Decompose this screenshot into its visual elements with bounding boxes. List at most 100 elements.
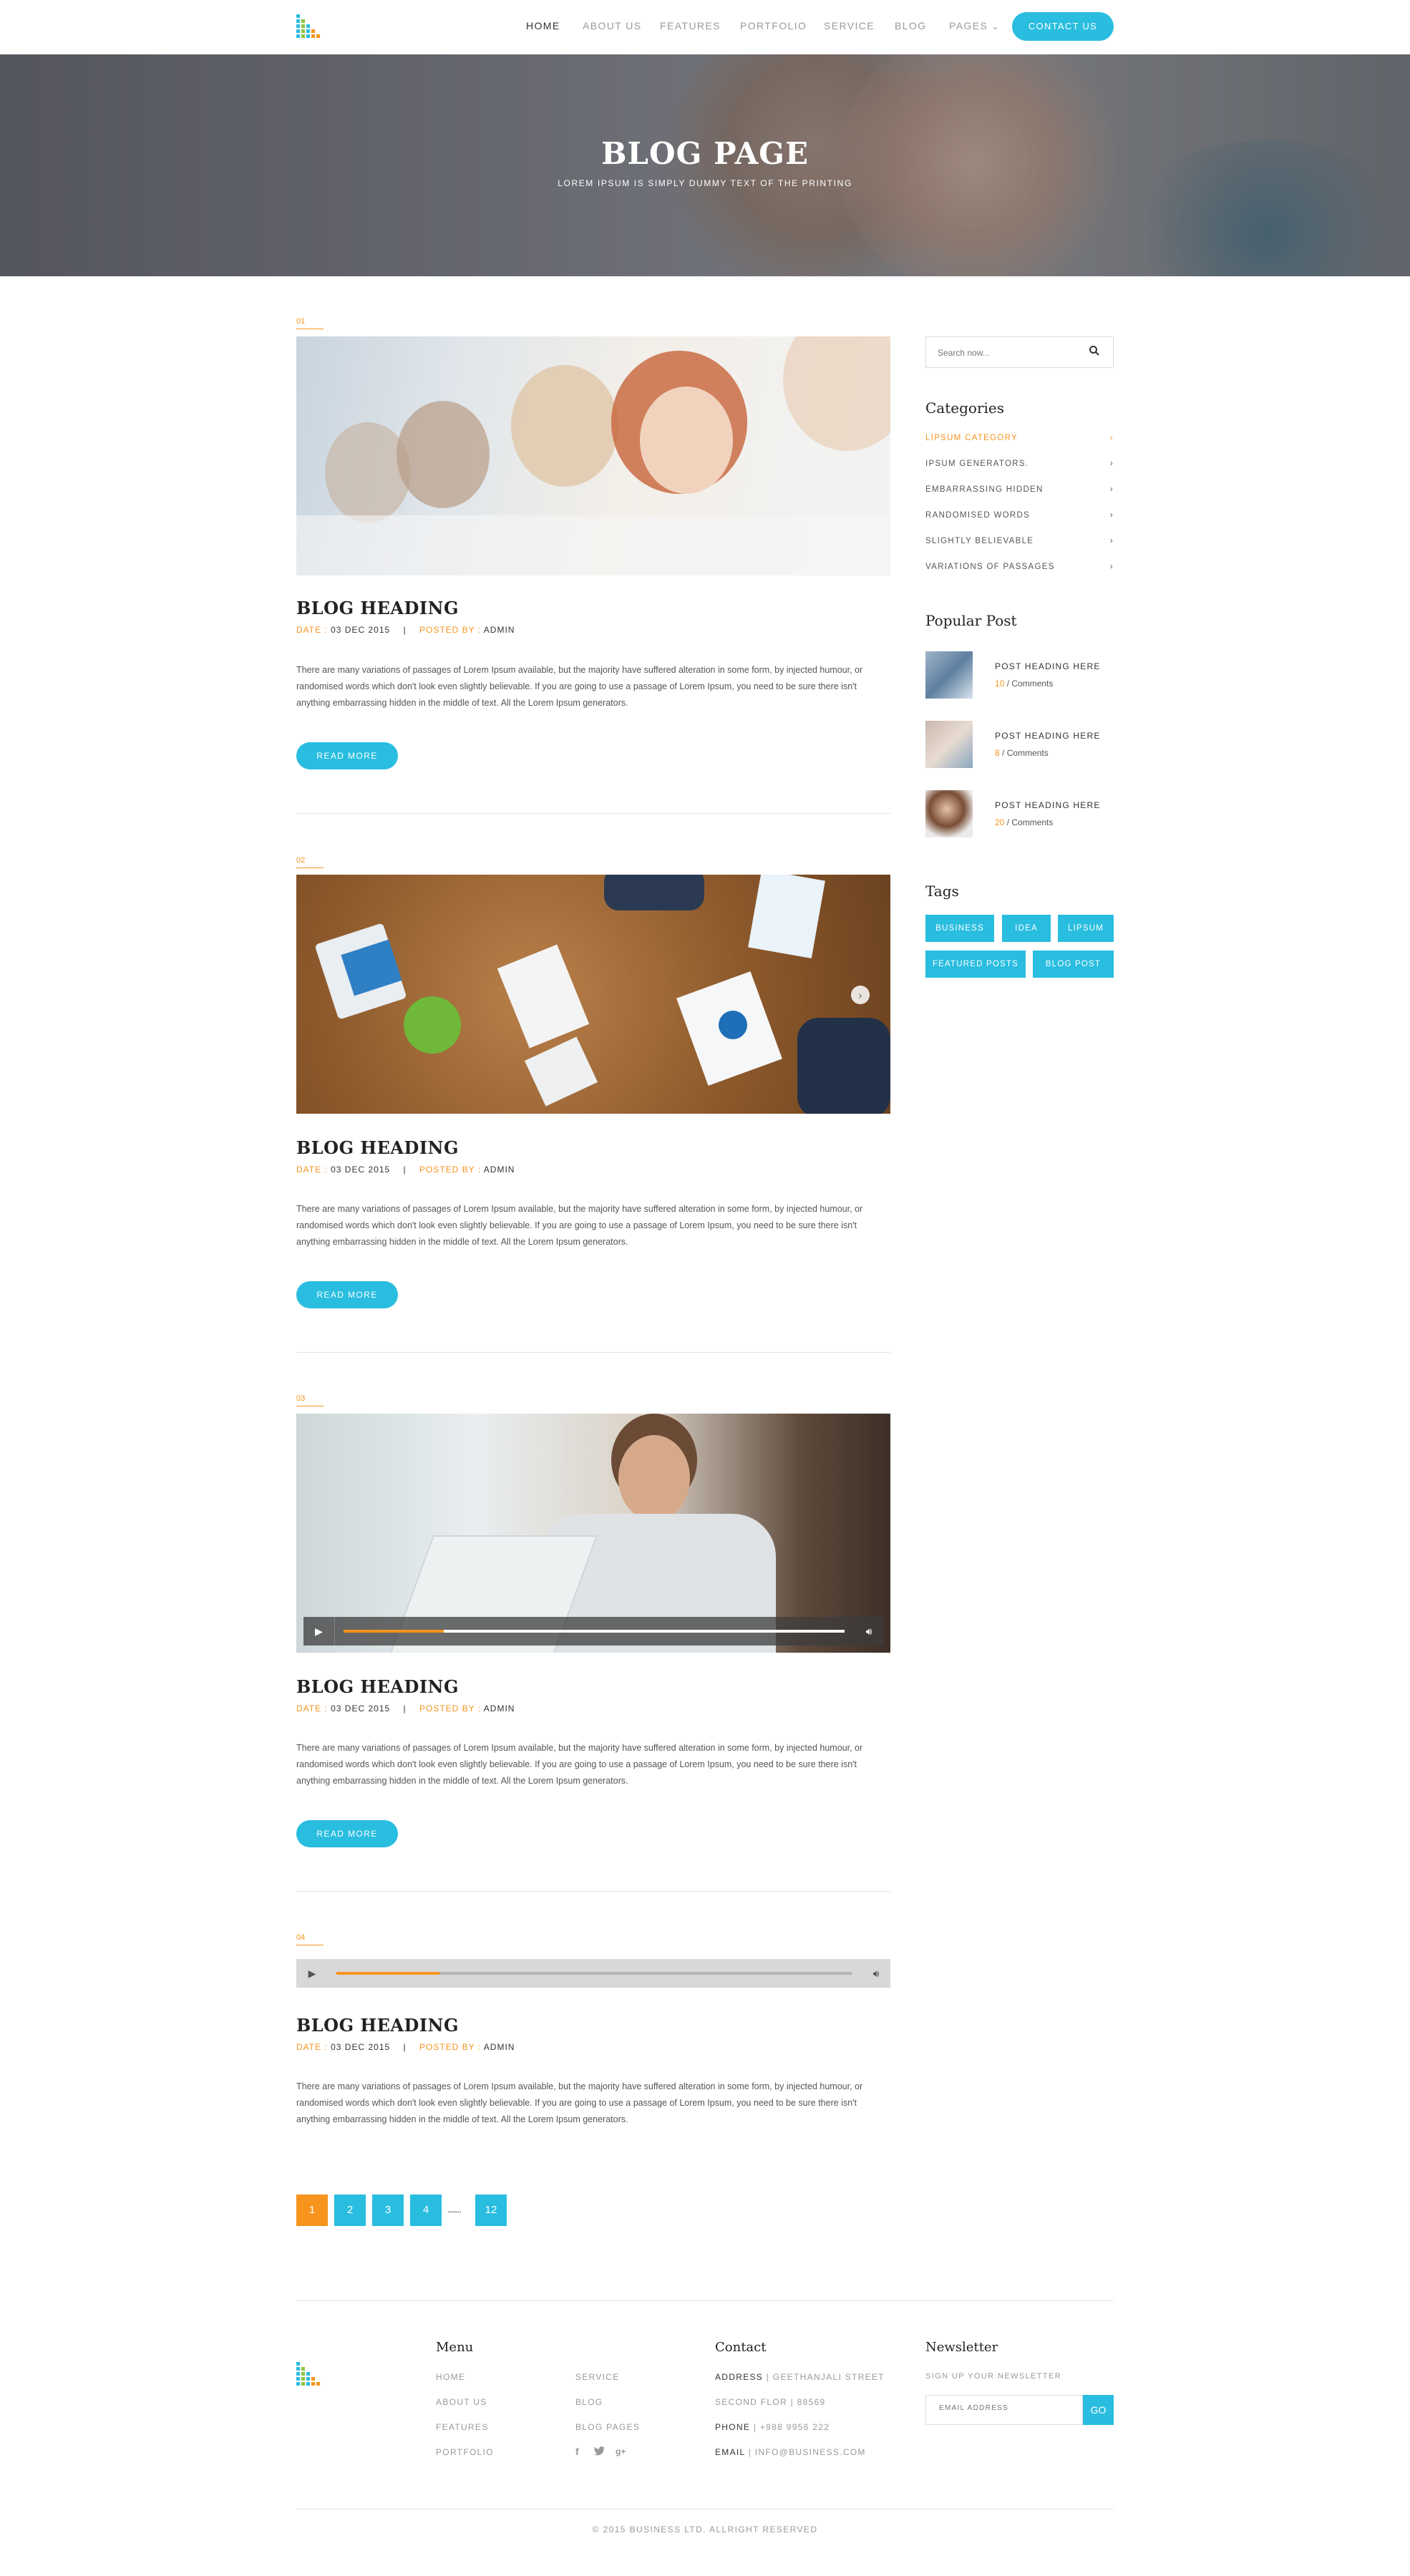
category-label: LIPSUM CATEGORY	[925, 434, 1018, 442]
contact-us-button[interactable]: CONTACT US	[1012, 12, 1114, 41]
post-author[interactable]: ADMIN	[484, 1703, 515, 1714]
newsletter-go-button[interactable]: GO	[1083, 2395, 1114, 2425]
email-value[interactable]: | INFO@BUSINESS.COM	[745, 2447, 866, 2457]
chevron-right-icon: ›	[1109, 563, 1114, 571]
page-3-button[interactable]: 3	[372, 2195, 404, 2226]
post-heading[interactable]: BLOG HEADING	[296, 1676, 459, 1697]
search-input[interactable]	[938, 346, 1081, 360]
post-heading[interactable]: BLOG HEADING	[296, 598, 459, 618]
search-icon[interactable]	[1089, 345, 1103, 359]
tag-blog-post[interactable]: BLOG POST	[1033, 951, 1114, 978]
comment-count: 20	[995, 817, 1005, 827]
category-item[interactable]: LIPSUM CATEGORY ›	[925, 434, 1114, 442]
popular-post-comments: 20 / Comments	[995, 817, 1053, 827]
copyright-text: © 2015 BUSINESS LTD. ALLRIGHT RESERVED	[592, 2524, 818, 2534]
tag-business[interactable]: BUSINESS	[925, 915, 994, 942]
read-more-button[interactable]: READ MORE	[296, 1820, 398, 1847]
page-4-button[interactable]: 4	[410, 2195, 442, 2226]
popular-post-thumbnail[interactable]	[925, 790, 973, 837]
footer-link-blog-pages[interactable]: BLOG PAGES	[575, 2422, 640, 2432]
volume-icon[interactable]: 🔊︎	[862, 1959, 890, 1988]
category-item[interactable]: SLIGHTLY BELIEVABLE ›	[925, 537, 1114, 545]
category-label: SLIGHTLY BELIEVABLE	[925, 537, 1034, 545]
footer-email: EMAIL | INFO@BUSINESS.COM	[715, 2447, 866, 2457]
post-heading[interactable]: BLOG HEADING	[296, 1137, 459, 1158]
tag-featured-posts[interactable]: FEATURED POSTS	[925, 951, 1026, 978]
footer-link-blog[interactable]: BLOG	[575, 2397, 603, 2407]
address-key: ADDRESS	[715, 2372, 764, 2382]
post-author[interactable]: ADMIN	[484, 1165, 515, 1175]
post-date: 03 DEC 2015	[331, 2042, 391, 2052]
category-item[interactable]: IPSUM GENERATORS. ›	[925, 460, 1114, 468]
nav-about-us[interactable]: ABOUT US	[583, 20, 642, 31]
date-label: DATE :	[296, 1703, 328, 1714]
page-12-button[interactable]: 12	[475, 2195, 507, 2226]
page-1-button[interactable]: 1	[296, 2195, 328, 2226]
post-date: 03 DEC 2015	[331, 1703, 391, 1714]
category-label: IPSUM GENERATORS.	[925, 460, 1029, 468]
meta-separator: |	[403, 1165, 407, 1175]
footer-link-features[interactable]: FEATURES	[436, 2422, 489, 2432]
page-2-button[interactable]: 2	[334, 2195, 366, 2226]
twitter-icon[interactable]	[594, 2446, 606, 2456]
nav-features[interactable]: FEATURES	[660, 20, 721, 31]
phone-value: | +988 9956 222	[750, 2422, 830, 2432]
post-meta: DATE : 03 DEC 2015 | POSTED BY : ADMIN	[296, 625, 515, 635]
post-number: 01	[296, 317, 324, 329]
post-video[interactable]: ▶ 🔊︎	[296, 1414, 890, 1653]
post-divider	[296, 1891, 890, 1892]
newsletter-email-input[interactable]	[939, 2404, 1075, 2412]
footer-divider	[296, 2300, 1114, 2301]
post-slider[interactable]: ›	[296, 875, 890, 1114]
footer-link-about-us[interactable]: ABOUT US	[436, 2397, 487, 2407]
footer-newsletter-title: Newsletter	[925, 2340, 998, 2355]
video-player-controls: ▶ 🔊︎	[303, 1617, 883, 1646]
audio-progress-track[interactable]	[336, 1972, 852, 1975]
popular-post-title-link[interactable]: POST HEADING HERE	[995, 661, 1101, 671]
category-label: VARIATIONS OF PASSAGES	[925, 563, 1055, 571]
post-heading[interactable]: BLOG HEADING	[296, 2015, 459, 2036]
footer-contact-title: Contact	[715, 2340, 767, 2355]
footer-link-portfolio[interactable]: PORTFOLIO	[436, 2447, 494, 2457]
footer-link-home[interactable]: HOME	[436, 2372, 465, 2382]
categories-title: Categories	[925, 399, 1004, 417]
category-item[interactable]: EMBARRASSING HIDDEN ›	[925, 485, 1114, 494]
footer-logo[interactable]	[296, 2362, 328, 2388]
popular-post-title-link[interactable]: POST HEADING HERE	[995, 800, 1101, 810]
play-icon[interactable]: ▶	[296, 1959, 328, 1988]
category-item[interactable]: VARIATIONS OF PASSAGES ›	[925, 563, 1114, 571]
author-label: POSTED BY :	[419, 2042, 482, 2052]
nav-service[interactable]: SERVICE	[824, 20, 875, 31]
nav-home[interactable]: HOME	[526, 20, 560, 31]
category-item[interactable]: RANDOMISED WORDS ›	[925, 511, 1114, 520]
nav-portfolio[interactable]: PORTFOLIO	[740, 20, 807, 31]
meta-separator: |	[403, 625, 407, 635]
footer-link-service[interactable]: SERVICE	[575, 2372, 620, 2382]
nav-pages-label: PAGES	[949, 20, 988, 31]
phone-key: PHONE	[715, 2422, 751, 2432]
nav-pages[interactable]: PAGES ⌄	[949, 20, 1000, 31]
post-image[interactable]	[296, 336, 890, 575]
post-author[interactable]: ADMIN	[484, 2042, 515, 2052]
page-title: BLOG PAGE	[601, 136, 809, 171]
nav-blog[interactable]: BLOG	[895, 20, 927, 31]
popular-post-title-link[interactable]: POST HEADING HERE	[995, 731, 1101, 741]
tag-idea[interactable]: IDEA	[1002, 915, 1051, 942]
play-icon[interactable]: ▶	[303, 1617, 335, 1646]
facebook-icon[interactable]: f	[575, 2446, 579, 2457]
popular-post-thumbnail[interactable]	[925, 651, 973, 699]
logo[interactable]	[296, 14, 328, 40]
video-progress-track[interactable]	[344, 1630, 845, 1633]
google-plus-icon[interactable]: g+	[616, 2446, 626, 2456]
post-excerpt: There are many variations of passages of…	[296, 665, 863, 708]
read-more-button[interactable]: READ MORE	[296, 742, 398, 769]
popular-post-thumbnail[interactable]	[925, 721, 973, 768]
volume-icon[interactable]: 🔊︎	[855, 1617, 883, 1646]
read-more-button[interactable]: READ MORE	[296, 1281, 398, 1308]
post-author[interactable]: ADMIN	[484, 625, 515, 635]
chevron-right-icon[interactable]: ›	[851, 986, 870, 1004]
popular-post-comments: 10 / Comments	[995, 679, 1053, 689]
tag-lipsum[interactable]: LIPSUM	[1058, 915, 1114, 942]
author-label: POSTED BY :	[419, 625, 482, 635]
chevron-right-icon: ›	[1109, 511, 1114, 520]
